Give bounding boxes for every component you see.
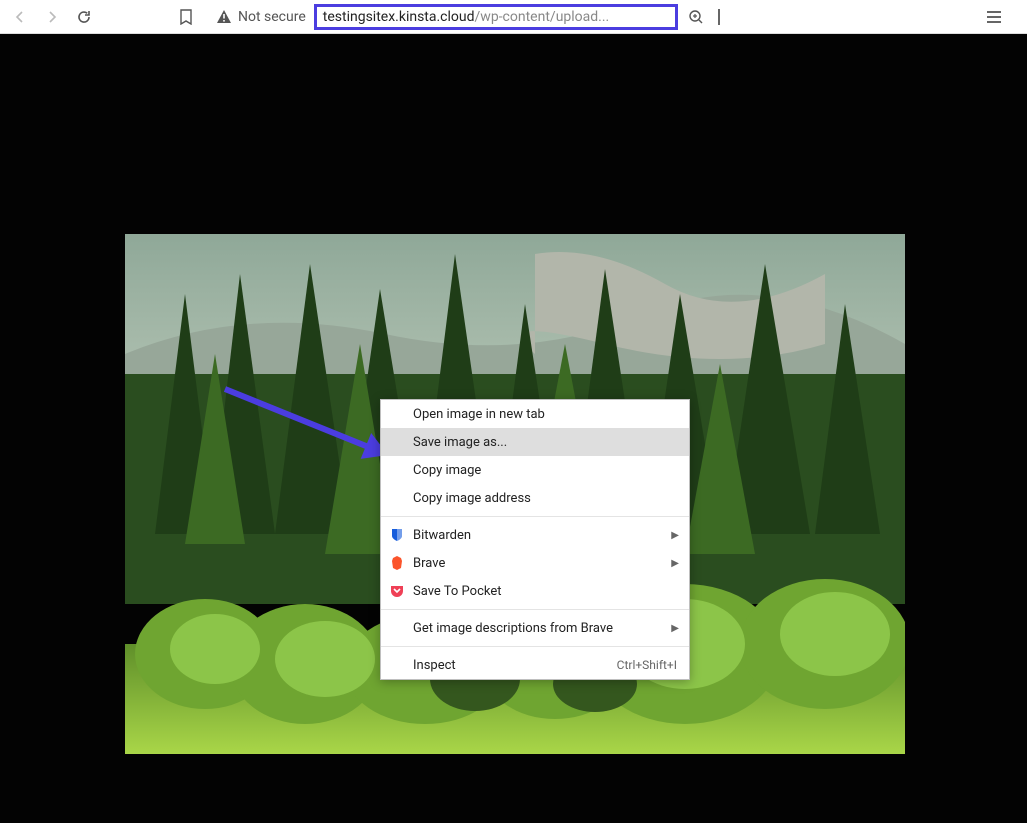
ctx-ext-bitwarden[interactable]: Bitwarden ▶	[381, 521, 689, 549]
url-host: testingsitex.kinsta.cloud	[323, 9, 475, 25]
security-indicator[interactable]: Not secure	[208, 9, 314, 25]
ctx-item-3[interactable]: Copy image address	[381, 484, 689, 512]
submenu-arrow-icon: ▶	[671, 558, 679, 569]
text-cursor	[718, 9, 720, 25]
ctx-item-2[interactable]: Copy image	[381, 456, 689, 484]
bitwarden-icon	[389, 527, 405, 543]
ctx-item-label: Brave	[413, 556, 445, 571]
forward-button[interactable]	[38, 3, 66, 31]
ctx-item-label: Save To Pocket	[413, 584, 502, 599]
ctx-item-label: Inspect	[413, 658, 456, 673]
back-button[interactable]	[6, 3, 34, 31]
menu-separator	[381, 646, 689, 647]
submenu-arrow-icon: ▶	[671, 530, 679, 541]
menu-button[interactable]	[980, 3, 1008, 31]
browser-toolbar: Not secure testingsitex.kinsta.cloud/wp-…	[0, 0, 1027, 34]
ctx-item-label: Save image as...	[413, 435, 507, 450]
ctx-item-shortcut: Ctrl+Shift+I	[617, 658, 677, 672]
security-label: Not secure	[238, 9, 306, 25]
menu-separator	[381, 516, 689, 517]
reload-button[interactable]	[70, 3, 98, 31]
menu-separator	[381, 609, 689, 610]
url-path: /wp-content/upload...	[475, 9, 610, 25]
ctx-item-label: Copy image address	[413, 491, 531, 506]
ctx-ext-pocket[interactable]: Save To Pocket	[381, 577, 689, 605]
ctx-inspect[interactable]: Inspect Ctrl+Shift+I	[381, 651, 689, 679]
address-bar[interactable]: Not secure testingsitex.kinsta.cloud/wp-…	[204, 2, 724, 32]
ctx-item-0[interactable]: Open image in new tab	[381, 400, 689, 428]
ctx-item-label: Copy image	[413, 463, 481, 478]
url-highlight: testingsitex.kinsta.cloud/wp-content/upl…	[314, 4, 678, 30]
ctx-item-label: Get image descriptions from Brave	[413, 621, 613, 636]
brave-icon	[389, 555, 405, 571]
submenu-arrow-icon: ▶	[671, 623, 679, 634]
ctx-item-label: Open image in new tab	[413, 407, 545, 422]
ctx-ext-brave[interactable]: Brave ▶	[381, 549, 689, 577]
pocket-icon	[389, 583, 405, 599]
context-menu: Open image in new tab Save image as... Cop…	[380, 399, 690, 680]
warning-icon	[216, 9, 232, 25]
page-viewport: Open image in new tab Save image as... Cop…	[0, 34, 1027, 823]
ctx-item-label: Bitwarden	[413, 528, 471, 543]
ctx-item-1[interactable]: Save image as...	[381, 428, 689, 456]
zoom-button[interactable]	[682, 3, 710, 31]
bookmark-button[interactable]	[172, 3, 200, 31]
ctx-more-0[interactable]: Get image descriptions from Brave ▶	[381, 614, 689, 642]
